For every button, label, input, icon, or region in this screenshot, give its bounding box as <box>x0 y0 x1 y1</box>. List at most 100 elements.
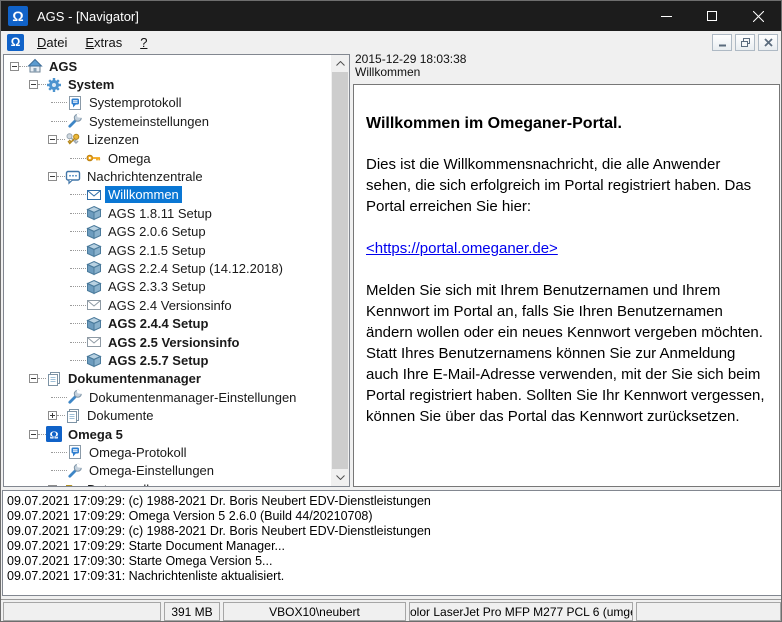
tree-item-omega[interactable]: Omega <box>4 149 330 167</box>
tree-item-label: Nachrichtenzentrale <box>84 168 206 185</box>
mail-outline-icon <box>86 297 102 313</box>
tree-connector <box>70 268 86 269</box>
menu-bar: Ω DateiExtras? <box>1 31 781 53</box>
user-host-pane: VBOX10\neubert <box>223 602 406 621</box>
collapse-toggle-icon[interactable] <box>10 62 19 71</box>
tree-connector <box>51 397 67 398</box>
expand-toggle-icon[interactable] <box>48 411 57 420</box>
tree-item-label: AGS 2.4 Versionsinfo <box>105 297 235 314</box>
tree-connector <box>57 176 65 177</box>
tree-connector <box>70 231 86 232</box>
tree-connector <box>57 415 65 416</box>
wrench-icon <box>67 389 83 405</box>
menu-item-datei[interactable]: Datei <box>28 33 76 52</box>
protocol-icon <box>67 444 83 460</box>
tree-item-ags[interactable]: AGS <box>4 57 330 75</box>
scroll-up-icon[interactable] <box>331 55 349 72</box>
tree-item-ags-2-4-versionsinfo[interactable]: AGS 2.4 Versionsinfo <box>4 296 330 314</box>
home-icon <box>27 58 43 74</box>
mail-icon <box>86 187 102 203</box>
protocol-icon <box>67 95 83 111</box>
tree-connector <box>51 121 67 122</box>
tree-item-dokumentenmanager[interactable]: Dokumentenmanager <box>4 370 330 388</box>
tree-item-label: AGS 2.4.4 Setup <box>105 315 211 332</box>
tree-item-label: AGS 2.2.4 Setup (14.12.2018) <box>105 260 286 277</box>
svg-text:Ω: Ω <box>50 430 59 442</box>
omega-menu-icon[interactable]: Ω <box>7 34 24 51</box>
tree-item-dokumente[interactable]: Dokumente <box>4 406 330 424</box>
mdi-minimize-button[interactable] <box>712 34 732 51</box>
maximize-button[interactable] <box>689 1 735 31</box>
tree-connector <box>70 305 86 306</box>
collapse-toggle-icon[interactable] <box>29 80 38 89</box>
collapse-toggle-icon[interactable] <box>48 135 57 144</box>
tree-item-omega-protokoll[interactable]: Omega-Protokoll <box>4 443 330 461</box>
tree-connector <box>51 470 67 471</box>
tree-item-ags-2-4-4-setup[interactable]: AGS 2.4.4 Setup <box>4 314 330 332</box>
minimize-button[interactable] <box>643 1 689 31</box>
tree-item-willkommen[interactable]: Willkommen <box>4 186 330 204</box>
tree-scrollbar[interactable] <box>331 55 349 486</box>
log-line: 09.07.2021 17:09:29: Omega Version 5 2.6… <box>7 509 777 524</box>
omega-app-icon: Ω <box>8 6 28 26</box>
tree-item-ags-2-5-7-setup[interactable]: AGS 2.5.7 Setup <box>4 351 330 369</box>
message-body[interactable]: Willkommen im Omeganer-Portal. Dies ist … <box>353 84 780 487</box>
tree-item-label: AGS 2.1.5 Setup <box>105 242 209 259</box>
navigator-tree-panel[interactable]: AGSSystemSystemprotokollSystemeinstellun… <box>3 54 350 487</box>
tree-item-ags-2-2-4-setup-14-12-2018[interactable]: AGS 2.2.4 Setup (14.12.2018) <box>4 259 330 277</box>
omega-icon: Ω <box>46 426 62 442</box>
tree-item-omega-5[interactable]: ΩOmega 5 <box>4 425 330 443</box>
tree-item-system[interactable]: System <box>4 75 330 93</box>
package-icon <box>86 224 102 240</box>
expand-toggle-icon[interactable] <box>48 485 57 487</box>
main-area: AGSSystemSystemprotokollSystemeinstellun… <box>1 53 781 488</box>
tree-item-systemprotokoll[interactable]: Systemprotokoll <box>4 94 330 112</box>
status-pane-empty-left <box>3 602 161 621</box>
tree-connector <box>70 323 86 324</box>
collapse-toggle-icon[interactable] <box>29 430 38 439</box>
tree-item-lizenzen[interactable]: Lizenzen <box>4 131 330 149</box>
mdi-close-button[interactable] <box>758 34 778 51</box>
tree-item-datenquellen[interactable]: Datenquellen <box>4 480 330 487</box>
tree-item-label: AGS <box>46 58 80 75</box>
tree-item-ags-2-1-5-setup[interactable]: AGS 2.1.5 Setup <box>4 241 330 259</box>
tree-item-omega-einstellungen[interactable]: Omega-Einstellungen <box>4 462 330 480</box>
tree-item-ags-2-5-versionsinfo[interactable]: AGS 2.5 Versionsinfo <box>4 333 330 351</box>
mdi-restore-button[interactable] <box>735 34 755 51</box>
close-button[interactable] <box>735 1 781 31</box>
tree-item-dokumentenmanager-einstellungen[interactable]: Dokumentenmanager-Einstellungen <box>4 388 330 406</box>
message-subject: Willkommen <box>353 66 781 79</box>
mail-outline-icon <box>86 334 102 350</box>
tree-item-nachrichtenzentrale[interactable]: Nachrichtenzentrale <box>4 167 330 185</box>
tree-item-ags-1-8-11-setup[interactable]: AGS 1.8.11 Setup <box>4 204 330 222</box>
log-panel[interactable]: 09.07.2021 17:09:29: (c) 1988-2021 Dr. B… <box>2 490 782 596</box>
menu-item-extras[interactable]: Extras <box>76 33 131 52</box>
menu-item-[interactable]: ? <box>131 33 156 52</box>
title-bar: Ω AGS - [Navigator] <box>1 1 781 31</box>
scroll-down-icon[interactable] <box>331 469 349 486</box>
tree-connector <box>70 194 86 195</box>
bubble-icon <box>65 169 81 185</box>
tree-item-label: System <box>65 76 117 93</box>
mdi-window-controls <box>712 34 778 51</box>
tree-connector <box>70 213 86 214</box>
gear-icon <box>46 77 62 93</box>
tree-item-label: Omega-Einstellungen <box>86 462 217 479</box>
message-paragraph-1: Dies ist die Willkommensnachricht, die a… <box>366 154 767 217</box>
tree-item-systemeinstellungen[interactable]: Systemeinstellungen <box>4 112 330 130</box>
log-line: 09.07.2021 17:09:29: (c) 1988-2021 Dr. B… <box>7 494 777 509</box>
tree-item-label: Systemprotokoll <box>86 94 184 111</box>
scrollbar-thumb[interactable] <box>332 72 348 469</box>
tree-item-label: AGS 1.8.11 Setup <box>105 205 215 222</box>
maximize-icon <box>707 11 717 21</box>
collapse-toggle-icon[interactable] <box>48 172 57 181</box>
log-line: 09.07.2021 17:09:31: Nachrichtenliste ak… <box>7 569 777 584</box>
package-icon <box>86 279 102 295</box>
tree-item-ags-2-0-6-setup[interactable]: AGS 2.0.6 Setup <box>4 223 330 241</box>
keys-icon <box>65 132 81 148</box>
portal-link[interactable]: <https://portal.omeganer.de> <box>366 238 558 259</box>
tree-connector <box>51 102 67 103</box>
log-line: 09.07.2021 17:09:29: (c) 1988-2021 Dr. B… <box>7 524 777 539</box>
tree-item-ags-2-3-3-setup[interactable]: AGS 2.3.3 Setup <box>4 278 330 296</box>
collapse-toggle-icon[interactable] <box>29 374 38 383</box>
